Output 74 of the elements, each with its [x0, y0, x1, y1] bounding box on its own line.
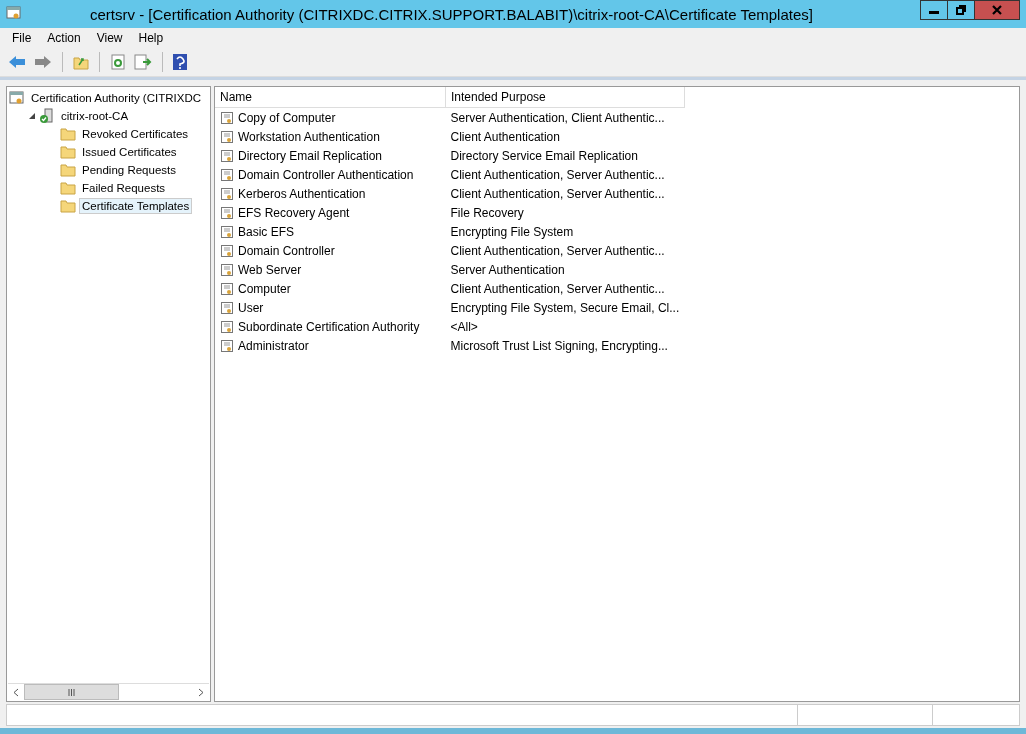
- horizontal-scrollbar[interactable]: [8, 683, 209, 700]
- template-name[interactable]: EFS Recovery Agent: [238, 205, 350, 220]
- template-name[interactable]: Web Server: [238, 262, 302, 277]
- scroll-right-icon[interactable]: [198, 687, 204, 697]
- certificate-icon: [220, 186, 234, 201]
- table-cell: Directory Service Email Replication: [450, 148, 638, 163]
- folder-icon: [60, 181, 76, 195]
- menu-item[interactable]: View: [88, 31, 131, 45]
- table-cell: Server Authentication, Client Authentic...: [450, 110, 665, 125]
- folder-icon: [60, 199, 76, 213]
- certificate-icon: [220, 129, 234, 144]
- certificate-icon: [220, 205, 234, 220]
- restore-button[interactable]: [947, 0, 975, 20]
- table-cell: Encrypting File System: [450, 224, 574, 239]
- template-name[interactable]: Directory Email Replication: [238, 148, 383, 163]
- tree-item[interactable]: Certification Authority (CITRIXDC: [28, 90, 204, 106]
- certificate-icon: [220, 167, 234, 182]
- tree-item[interactable]: Pending Requests: [79, 162, 179, 178]
- tree-item[interactable]: Certificate Templates: [79, 198, 193, 214]
- table-cell: File Recovery: [450, 205, 524, 220]
- folder-icon: [60, 127, 76, 141]
- template-name[interactable]: Subordinate Certification Authority: [238, 319, 420, 334]
- table-cell: Encrypting File System, Secure Email, Cl...: [450, 300, 680, 315]
- window-title: certsrv - [Certification Authority (CITRIXDC.CITRIX.SUPPORT.BALABIT)\citrix-root-CA\Certificate Templates]: [89, 5, 814, 23]
- menu-item[interactable]: Action: [39, 31, 89, 45]
- scroll-left-icon[interactable]: [13, 687, 19, 697]
- certificate-icon: [220, 300, 234, 315]
- close-icon: [992, 5, 1002, 15]
- table-cell: Client Authentication: [450, 129, 560, 144]
- menu-item[interactable]: File: [4, 31, 40, 45]
- close-button[interactable]: [974, 0, 1020, 20]
- certificate-authority-icon: [6, 4, 22, 21]
- template-name[interactable]: Basic EFS: [238, 224, 294, 239]
- certificate-icon: [220, 243, 234, 258]
- refresh-button[interactable]: [108, 52, 128, 72]
- tree-item[interactable]: Revoked Certificates: [79, 126, 192, 142]
- certificate-icon: [220, 338, 234, 353]
- tree-item[interactable]: Failed Requests: [79, 180, 169, 196]
- column-header[interactable]: Intended Purpose: [445, 87, 685, 108]
- template-name[interactable]: Computer: [238, 281, 291, 296]
- tree-item[interactable]: citrix-root-CA: [58, 108, 132, 124]
- template-name[interactable]: Domain Controller Authentication: [238, 167, 414, 182]
- table-cell: Client Authentication, Server Authentic...: [450, 167, 665, 182]
- export-list-button[interactable]: [132, 52, 154, 72]
- folder-icon: [60, 145, 76, 159]
- table-cell: Client Authentication, Server Authentic...: [450, 243, 665, 258]
- expander-icon[interactable]: [28, 112, 36, 120]
- restore-icon: [956, 5, 966, 15]
- template-name[interactable]: Workstation Authentication: [238, 129, 380, 144]
- template-name[interactable]: Copy of Computer: [238, 110, 336, 125]
- certificate-authority-icon: [9, 90, 25, 106]
- template-name[interactable]: Kerberos Authentication: [238, 186, 366, 201]
- help-button[interactable]: [171, 52, 189, 72]
- certificate-icon: [220, 281, 234, 296]
- server-icon: [39, 108, 55, 124]
- column-header[interactable]: Name: [215, 87, 446, 108]
- certificate-icon: [220, 319, 234, 334]
- grip-icon: [68, 688, 75, 696]
- certificate-icon: [220, 224, 234, 239]
- table-cell: Client Authentication, Server Authentic...: [450, 281, 665, 296]
- certificate-icon: [220, 148, 234, 163]
- template-name[interactable]: Domain Controller: [238, 243, 335, 258]
- certificate-icon: [220, 262, 234, 277]
- template-name[interactable]: Administrator: [238, 338, 309, 353]
- table-cell: Client Authentication, Server Authentic...: [450, 186, 665, 201]
- folder-icon: [60, 163, 76, 177]
- tree-item[interactable]: Issued Certificates: [79, 144, 180, 160]
- table-cell: <All>: [450, 319, 478, 334]
- table-cell: Microsoft Trust List Signing, Encrypting...: [450, 338, 668, 353]
- certificate-icon: [220, 110, 234, 125]
- template-name[interactable]: User: [238, 300, 264, 315]
- menu-item[interactable]: Help: [130, 31, 172, 45]
- table-cell: Server Authentication: [450, 262, 565, 277]
- minimize-button[interactable]: [920, 0, 948, 20]
